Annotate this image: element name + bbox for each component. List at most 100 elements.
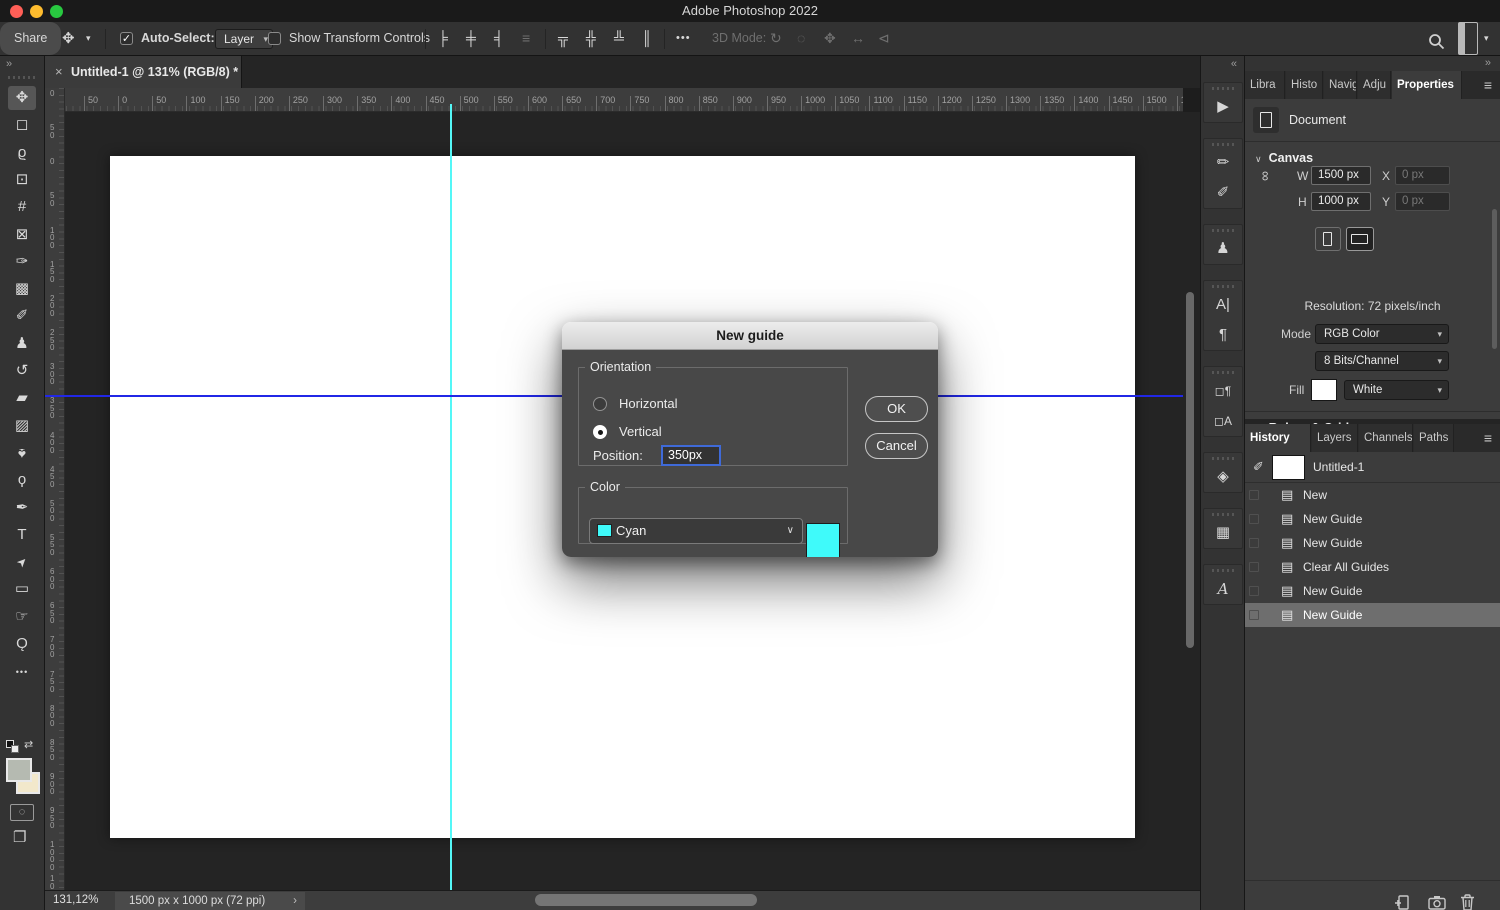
healing-brush-tool[interactable]: ▩ [8,277,36,301]
marquee-tool[interactable]: ◻ [8,113,36,137]
tab-history[interactable]: History [1245,424,1311,452]
brushes-icon[interactable]: ✐ [1204,178,1242,208]
hand-tool[interactable]: ☞ [8,605,36,629]
type-tool[interactable]: T [8,523,36,547]
pen-tool[interactable]: ✒ [8,496,36,520]
default-colors-bg-icon[interactable] [11,745,19,753]
history-source-well[interactable] [1249,490,1259,500]
brush-tool[interactable]: ✐ [8,304,36,328]
screen-mode-icon[interactable]: ❐ [13,828,26,846]
quick-mask-icon[interactable]: ◌ [10,804,34,821]
clone-stamp-tool[interactable]: ♟ [8,332,36,356]
close-document-icon[interactable]: × [55,56,63,88]
tab-paths[interactable]: Paths [1414,424,1454,452]
vertical-radio-row[interactable]: Vertical [593,424,662,440]
show-transform-checkbox[interactable] [268,32,281,45]
history-source-well[interactable] [1249,562,1259,572]
frame-tool[interactable]: ⊠ [8,223,36,247]
workspace-icon[interactable] [1458,22,1478,55]
distribute-v-icon[interactable]: ║ [642,22,652,55]
distribute-h-icon[interactable]: ≡ [522,22,530,55]
fill-select[interactable]: White▾ [1344,380,1449,400]
zoom-level[interactable]: 131,12% [53,891,98,910]
share-button[interactable]: Share [0,22,61,55]
tab-histo[interactable]: Histo [1286,71,1323,99]
tool-preset-chevron-icon[interactable]: ▾ [86,22,91,55]
height-input[interactable]: 1000 px [1311,192,1371,211]
rectangle-tool[interactable]: ▭ [8,577,36,601]
close-window-icon[interactable] [10,5,23,18]
3d-panel-icon[interactable]: ◈ [1204,462,1242,492]
patterns-icon[interactable]: ▦ [1204,518,1242,548]
paragraph-panel-icon[interactable]: ¶ [1204,320,1242,350]
minimize-window-icon[interactable] [30,5,43,18]
vertical-ruler[interactable]: 05 005 01 0 01 5 02 0 02 5 03 0 03 5 04 … [45,88,65,890]
gradient-tool[interactable]: ▨ [8,414,36,438]
character-styles-icon[interactable]: ◻A [1204,406,1242,436]
document-tab[interactable]: × Untitled-1 @ 131% (RGB/8) * [45,56,242,88]
snapshot-thumbnail[interactable] [1272,455,1305,480]
auto-select-target-select[interactable]: Layer▾ [215,29,273,49]
eyedropper-tool[interactable]: ✑ [8,250,36,274]
workspace-chevron-icon[interactable]: ▾ [1484,22,1489,55]
fill-color-swatch[interactable] [1311,379,1337,401]
align-center-h-icon[interactable]: ╪ [466,22,476,55]
zoom-tool[interactable]: Ǫ [8,632,36,656]
history-source-well[interactable] [1249,610,1259,620]
portrait-orientation-button[interactable] [1315,227,1341,251]
history-state-row[interactable]: ▤New Guide [1245,603,1500,627]
tab-navig[interactable]: Navig [1324,71,1357,99]
horizontal-scrollbar[interactable] [535,894,757,906]
auto-select-checkbox[interactable]: ✓ [120,32,133,45]
history-state-row[interactable]: ▤Clear All Guides [1245,555,1500,579]
clone-source-icon[interactable]: ♟ [1204,234,1242,264]
tab-libra[interactable]: Libra [1245,71,1285,99]
object-selection-tool[interactable]: ⊡ [8,168,36,192]
eraser-tool[interactable]: ▰ [8,386,36,410]
tab-channels[interactable]: Channels [1359,424,1413,452]
move-tool-preset-icon[interactable]: ✥ [62,22,75,55]
vertical-scrollbar[interactable] [1186,292,1194,648]
color-mode-select[interactable]: RGB Color▾ [1315,324,1449,344]
collapse-panels-icon[interactable]: « [1231,58,1236,70]
vertical-radio[interactable] [593,425,607,439]
history-brush-source-icon[interactable]: ✐ [1253,459,1264,475]
properties-scrollbar[interactable] [1492,209,1497,349]
lasso-tool[interactable]: ϱ [8,141,36,165]
foreground-color-swatch[interactable] [6,758,32,782]
path-selection-tool[interactable]: ➤ [8,550,36,574]
tab-adju[interactable]: Adju [1358,71,1391,99]
edit-toolbar-icon[interactable]: ••• [8,659,36,683]
cancel-button[interactable]: Cancel [865,433,928,459]
panel-menu-icon[interactable]: ≡ [1484,424,1492,452]
glyphs-icon[interactable]: A [1204,574,1242,604]
width-input[interactable]: 1500 px [1311,166,1371,185]
history-state-row[interactable]: ▤New Guide [1245,531,1500,555]
panel-menu-icon[interactable]: ≡ [1484,71,1492,99]
horizontal-radio[interactable] [593,397,607,411]
align-left-icon[interactable]: ╞ [438,22,448,55]
position-input[interactable]: 350px [661,445,721,466]
document-size-info[interactable]: 1500 px x 1000 px (72 ppi) › [115,892,305,910]
brush-settings-icon[interactable]: ✏ [1204,148,1242,178]
actions-icon[interactable]: ▶ [1204,92,1242,122]
canvas-section-header[interactable]: ∨Canvas [1255,151,1313,165]
move-tool[interactable]: ✥ [8,86,36,110]
history-brush-tool[interactable]: ↺ [8,359,36,383]
tab-layers[interactable]: Layers [1312,424,1358,452]
ok-button[interactable]: OK [865,396,928,422]
align-middle-icon[interactable]: ╬ [586,22,596,55]
landscape-orientation-button[interactable] [1346,227,1374,251]
maximize-window-icon[interactable] [50,5,63,18]
dodge-tool[interactable]: ϙ [8,468,36,492]
crop-tool[interactable]: # [8,195,36,219]
horizontal-radio-row[interactable]: Horizontal [593,396,678,412]
blur-tool[interactable]: ♠ [8,441,36,465]
guide-color-select[interactable]: Cyan ∨ [589,518,803,544]
align-right-icon[interactable]: ╡ [494,22,504,55]
align-bottom-icon[interactable]: ╩ [614,22,624,55]
bit-depth-select[interactable]: 8 Bits/Channel▾ [1315,351,1449,371]
history-state-row[interactable]: ▤New Guide [1245,507,1500,531]
dialog-title[interactable]: New guide [562,322,938,350]
swap-colors-icon[interactable]: ⇄ [24,738,33,751]
